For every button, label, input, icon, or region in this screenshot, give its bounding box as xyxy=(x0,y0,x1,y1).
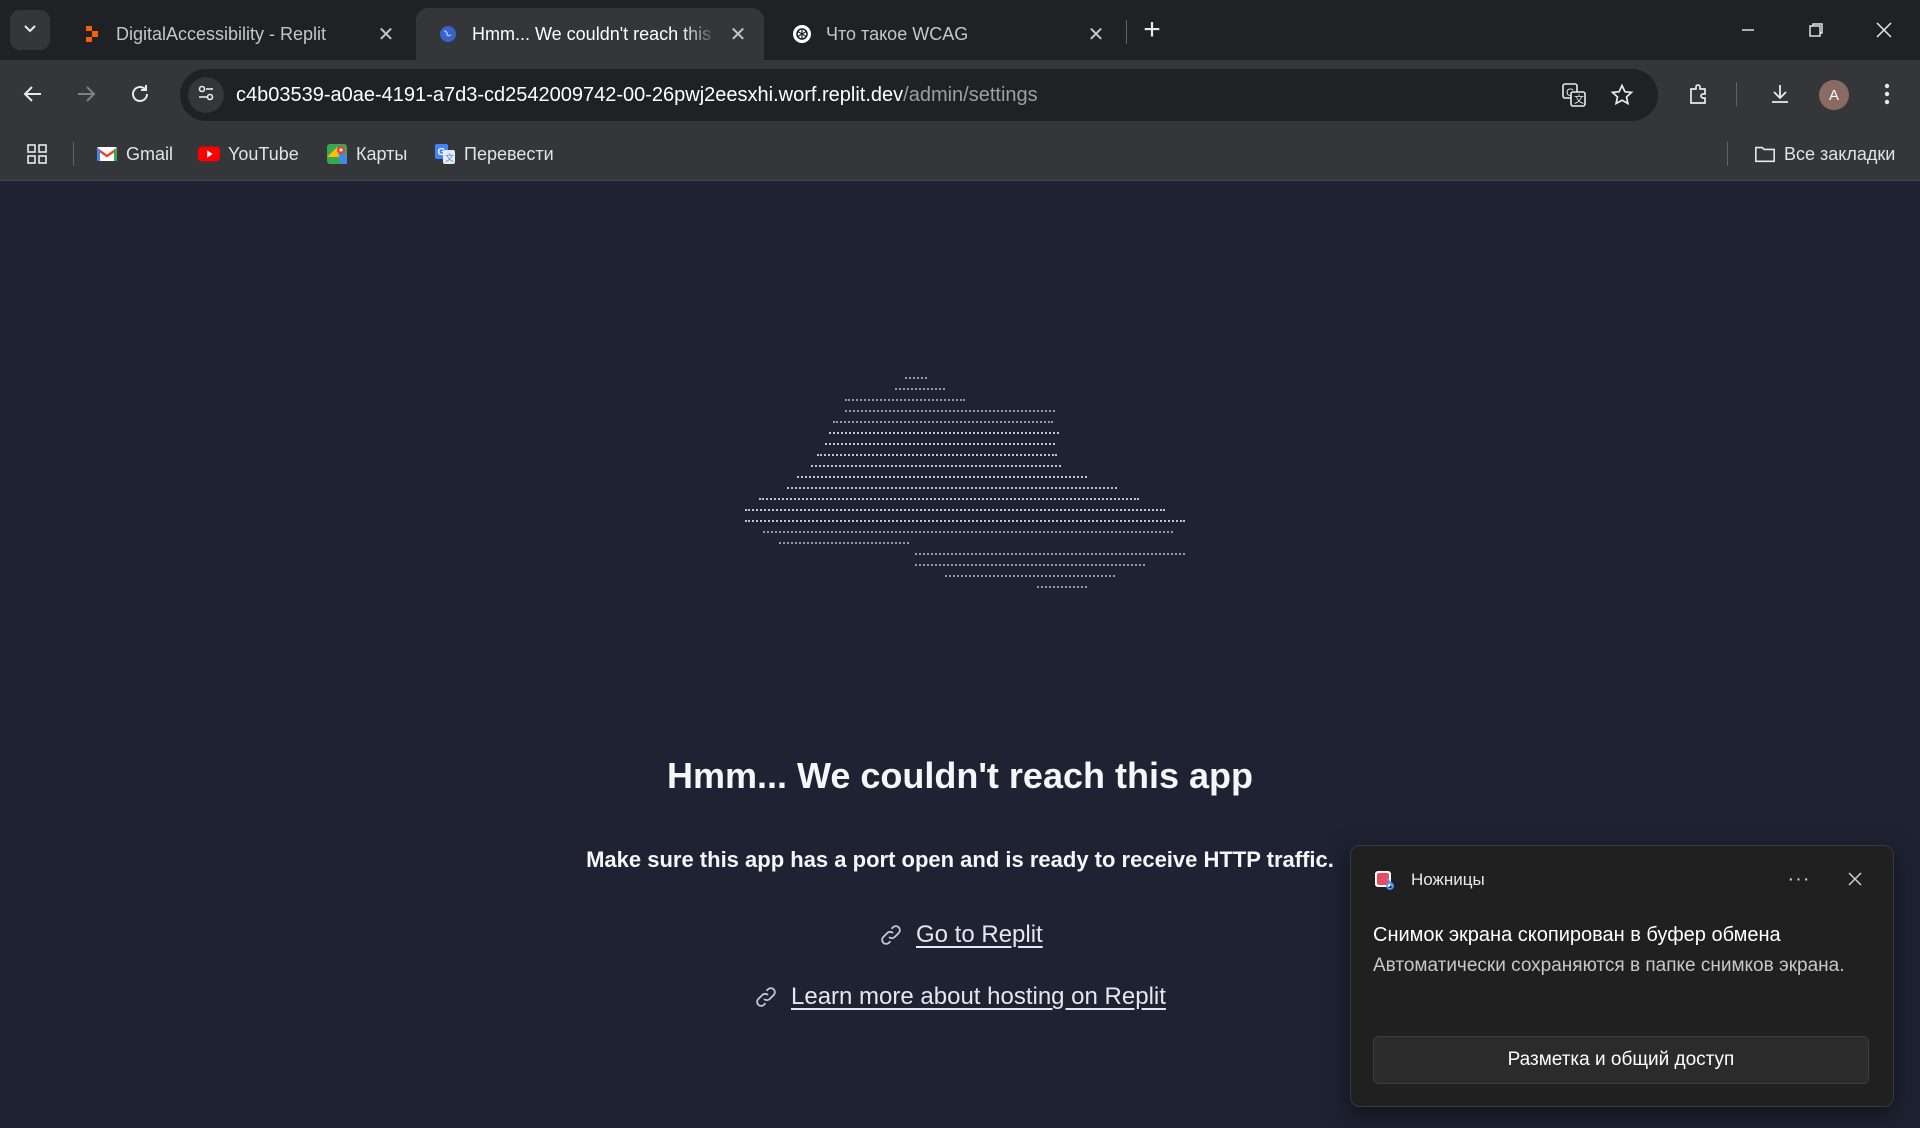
go-to-replit-link[interactable]: Go to Replit xyxy=(878,918,1043,952)
ascii-art-row xyxy=(915,553,1185,561)
toast-more-icon[interactable]: ··· xyxy=(1781,862,1817,896)
url-text[interactable]: c4b03539-a0ae-4191-a7d3-cd2542009742-00-… xyxy=(236,84,1038,107)
close-tab-icon[interactable]: ✕ xyxy=(374,22,398,46)
ascii-art-row xyxy=(745,509,1165,517)
bookmark-label: Gmail xyxy=(126,143,174,164)
gmail-icon xyxy=(96,143,118,165)
tune-icon xyxy=(196,83,216,108)
translate-icon: G文 xyxy=(434,143,456,165)
apps-grid-icon xyxy=(26,143,48,165)
ascii-art-row xyxy=(895,388,945,396)
site-info-button[interactable] xyxy=(188,77,224,113)
toast-body: Автоматически сохраняются в папке снимко… xyxy=(1373,955,1845,976)
back-button[interactable] xyxy=(13,74,53,114)
toast-app-name: Ножницы xyxy=(1411,870,1485,889)
bookmark-gmail[interactable]: Gmail xyxy=(96,141,173,167)
bookmarks-divider xyxy=(73,142,74,166)
ascii-art-row xyxy=(763,531,1173,539)
all-bookmarks-label: Все закладки xyxy=(1784,143,1896,164)
snipping-tool-icon xyxy=(1373,868,1397,892)
close-tab-icon[interactable]: ✕ xyxy=(726,22,750,46)
ascii-art-row xyxy=(1037,586,1087,594)
ascii-art-row xyxy=(905,377,927,385)
tab-digitalaccessibility[interactable]: DigitalAccessibility - Replit ✕ xyxy=(60,8,412,60)
ascii-art-row xyxy=(811,465,1061,473)
tab-divider xyxy=(1126,20,1127,44)
ascii-art-row xyxy=(745,520,1185,528)
ascii-cloud-illustration xyxy=(745,377,1185,607)
folder-icon xyxy=(1754,143,1776,165)
snipping-tool-notification: Ножницы ··· Снимок экрана скопирован в б… xyxy=(1350,845,1894,1107)
new-tab-button[interactable]: + xyxy=(1136,13,1168,46)
toast-title: Снимок экрана скопирован в буфер обмена xyxy=(1373,924,1781,946)
menu-kebab-icon[interactable] xyxy=(1867,74,1907,114)
bookmark-translate[interactable]: G文 Перевести xyxy=(434,141,554,167)
link-icon xyxy=(753,984,779,1010)
minimize-button[interactable] xyxy=(1714,0,1782,60)
apps-button[interactable] xyxy=(26,141,56,167)
ascii-art-row xyxy=(829,432,1059,440)
toast-close-icon[interactable] xyxy=(1837,862,1873,896)
restore-button[interactable] xyxy=(1782,0,1850,60)
tab-couldnt-reach-app[interactable]: Hmm... We couldn't reach this app ✕ xyxy=(416,8,764,60)
tab-wcag[interactable]: Что такое WCAG ✕ xyxy=(770,8,1122,60)
bookmark-label: Перевести xyxy=(464,143,554,164)
svg-text:文: 文 xyxy=(1574,93,1584,106)
bookmark-maps[interactable]: Карты xyxy=(326,141,407,167)
bookmark-label: YouTube xyxy=(228,143,299,164)
chevron-down-icon xyxy=(22,20,38,41)
ascii-art-row xyxy=(817,454,1057,462)
youtube-icon xyxy=(198,143,220,165)
bookmarks-bar: Gmail YouTube Карты G文 Перевести Все зак… xyxy=(0,128,1920,181)
close-tab-icon[interactable]: ✕ xyxy=(1084,22,1108,46)
toolbar-divider xyxy=(1736,82,1737,106)
ascii-art-row xyxy=(787,487,1117,495)
title-bar: DigitalAccessibility - Replit ✕ Hmm... W… xyxy=(0,0,1920,60)
svg-text:文: 文 xyxy=(445,152,454,163)
page-headline: Hmm... We couldn't reach this app xyxy=(667,755,1253,796)
ascii-art-row xyxy=(825,443,1055,451)
ascii-art-row xyxy=(945,575,1115,583)
profile-avatar[interactable]: A xyxy=(1819,80,1849,110)
ascii-art-row xyxy=(845,410,1055,418)
url-host: c4b03539-a0ae-4191-a7d3-cd2542009742-00-… xyxy=(236,84,904,106)
ascii-art-row xyxy=(759,498,1139,506)
link-icon xyxy=(878,922,904,948)
translate-page-icon[interactable]: G文 xyxy=(1558,79,1590,111)
url-path: /admin/settings xyxy=(903,84,1038,106)
extensions-icon[interactable] xyxy=(1679,74,1719,114)
tab-label: DigitalAccessibility - Replit xyxy=(116,23,327,44)
chatgpt-icon xyxy=(792,24,812,44)
link-label: Go to Replit xyxy=(916,921,1043,948)
ascii-art-row xyxy=(845,399,965,407)
forward-button[interactable] xyxy=(66,74,106,114)
tab-label: Hmm... We couldn't reach this app xyxy=(472,23,718,44)
ascii-art-row xyxy=(797,476,1087,484)
ascii-art-row xyxy=(779,542,909,550)
bookmarks-divider xyxy=(1727,142,1728,166)
browser-toolbar: c4b03539-a0ae-4191-a7d3-cd2542009742-00-… xyxy=(0,60,1920,128)
tab-label: Что такое WCAG xyxy=(826,23,969,44)
reload-button[interactable] xyxy=(120,74,160,114)
learn-more-hosting-link[interactable]: Learn more about hosting on Replit xyxy=(753,980,1166,1014)
bookmark-youtube[interactable]: YouTube xyxy=(198,141,299,167)
markup-and-share-button[interactable]: Разметка и общий доступ xyxy=(1373,1036,1869,1084)
tab-search-button[interactable] xyxy=(10,10,50,50)
ascii-art-row xyxy=(833,421,1053,429)
maps-icon xyxy=(326,143,348,165)
replit-globe-icon xyxy=(438,24,458,44)
replit-icon xyxy=(82,24,102,44)
close-window-button[interactable] xyxy=(1850,0,1918,60)
all-bookmarks-button[interactable]: Все закладки xyxy=(1754,141,1895,167)
download-icon[interactable] xyxy=(1760,74,1800,114)
address-bar[interactable]: c4b03539-a0ae-4191-a7d3-cd2542009742-00-… xyxy=(180,69,1658,121)
ascii-art-row xyxy=(915,564,1145,572)
link-label: Learn more about hosting on Replit xyxy=(791,983,1166,1010)
bookmark-label: Карты xyxy=(356,143,408,164)
bookmark-star-icon[interactable] xyxy=(1606,79,1638,111)
